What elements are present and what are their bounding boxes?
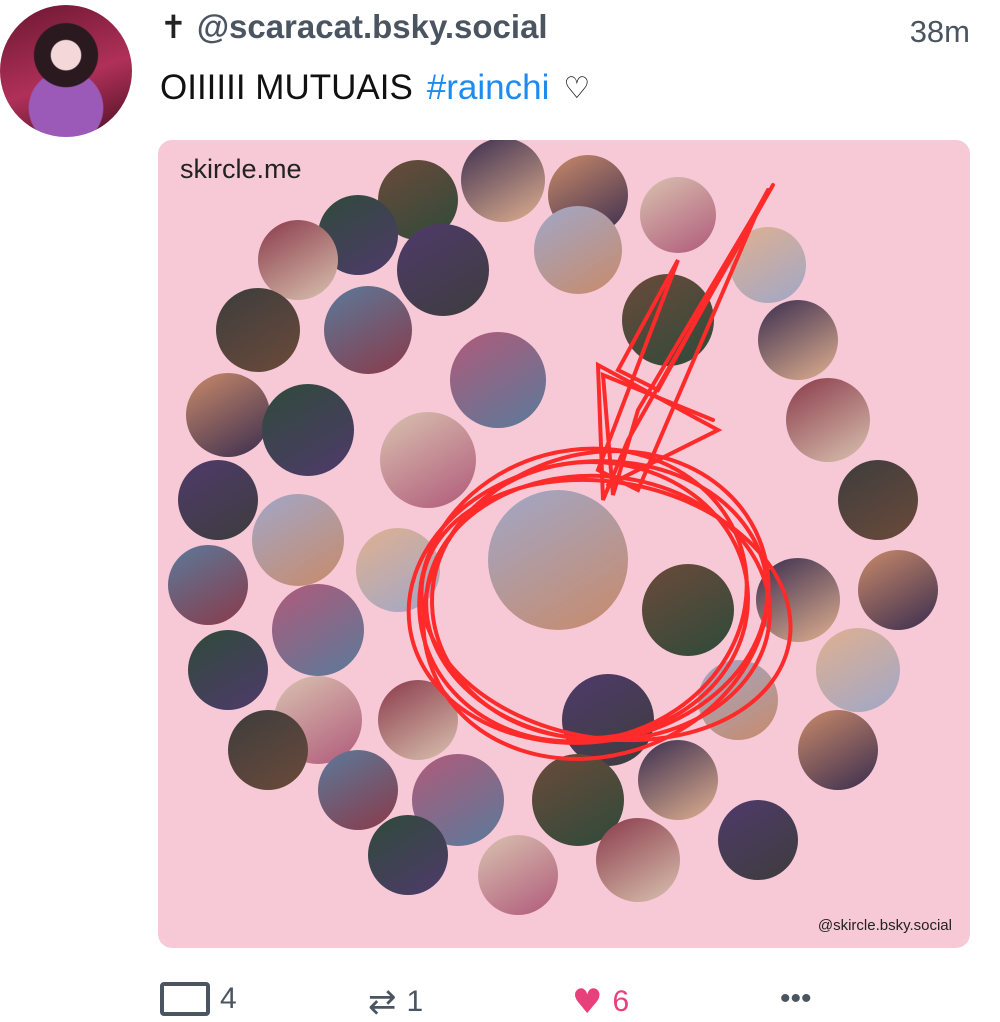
- like-count: 6: [612, 985, 630, 1018]
- reply-button[interactable]: 4: [160, 982, 237, 1016]
- more-options-button[interactable]: •••: [780, 982, 812, 1016]
- mutual-avatar: [216, 288, 300, 372]
- post-image[interactable]: skircle.me @skircle.bsky.social: [158, 140, 970, 948]
- mutual-avatar: [638, 740, 718, 820]
- mutual-avatar: [562, 674, 654, 766]
- mutual-avatar: [622, 274, 714, 366]
- heart-filled-icon: ♥: [572, 982, 603, 1022]
- cross-icon: ✝: [160, 8, 187, 46]
- mutual-avatar: [258, 220, 338, 300]
- repost-count: 1: [406, 985, 424, 1018]
- mutual-avatar: [397, 224, 489, 316]
- mutual-avatar: [642, 564, 734, 656]
- mutual-avatar: [324, 286, 412, 374]
- mutual-avatar: [730, 227, 806, 303]
- like-button[interactable]: ♥ 6: [572, 982, 629, 1022]
- hashtag-link[interactable]: #rainchi: [427, 68, 550, 108]
- heart-outline-icon: ♡: [563, 70, 591, 106]
- mutual-avatar: [798, 710, 878, 790]
- mutual-avatar: [380, 412, 476, 508]
- mutual-avatar: [262, 384, 354, 476]
- mutual-avatar: [534, 206, 622, 294]
- mutual-avatar: [272, 584, 364, 676]
- mutual-avatar: [756, 558, 840, 642]
- mutual-avatar: [478, 835, 558, 915]
- mutual-avatar: [356, 528, 440, 612]
- mutual-avatar: [786, 378, 870, 462]
- more-options-icon: •••: [780, 982, 812, 1015]
- mutual-avatar: [168, 545, 248, 625]
- repost-icon: ⇄: [368, 982, 397, 1022]
- author-avatar[interactable]: [0, 5, 132, 137]
- mutual-avatar: [228, 710, 308, 790]
- mutual-avatar: [838, 460, 918, 540]
- repost-button[interactable]: ⇄ 1: [368, 982, 423, 1022]
- center-avatar: [488, 490, 628, 630]
- mutual-avatar: [252, 494, 344, 586]
- mutual-avatar: [718, 800, 798, 880]
- post-timestamp[interactable]: 38m: [910, 14, 970, 50]
- mutual-avatar: [461, 140, 545, 222]
- mutual-avatar: [318, 750, 398, 830]
- mutual-avatar: [758, 300, 838, 380]
- post-text: OIIIIII MUTUAIS #rainchi ♡: [160, 68, 590, 108]
- image-site-label: skircle.me: [180, 154, 302, 184]
- image-credit: @skircle.bsky.social: [817, 917, 952, 934]
- post-body: OIIIIII MUTUAIS: [160, 68, 413, 107]
- author-handle[interactable]: @scaracat.bsky.social: [197, 8, 548, 46]
- reply-icon: [160, 982, 210, 1016]
- mutual-avatar: [640, 177, 716, 253]
- reply-count: 4: [220, 982, 237, 1015]
- mutual-avatar: [378, 680, 458, 760]
- mutual-avatar: [188, 630, 268, 710]
- mutual-avatar: [596, 818, 680, 902]
- mutual-avatar: [186, 373, 270, 457]
- mutual-avatar: [816, 628, 900, 712]
- mutual-avatar: [698, 660, 778, 740]
- mutual-avatar: [178, 460, 258, 540]
- mutual-avatar: [368, 815, 448, 895]
- mutual-avatar: [450, 332, 546, 428]
- mutual-avatar: [858, 550, 938, 630]
- author-handle-row[interactable]: ✝ @scaracat.bsky.social: [160, 8, 548, 46]
